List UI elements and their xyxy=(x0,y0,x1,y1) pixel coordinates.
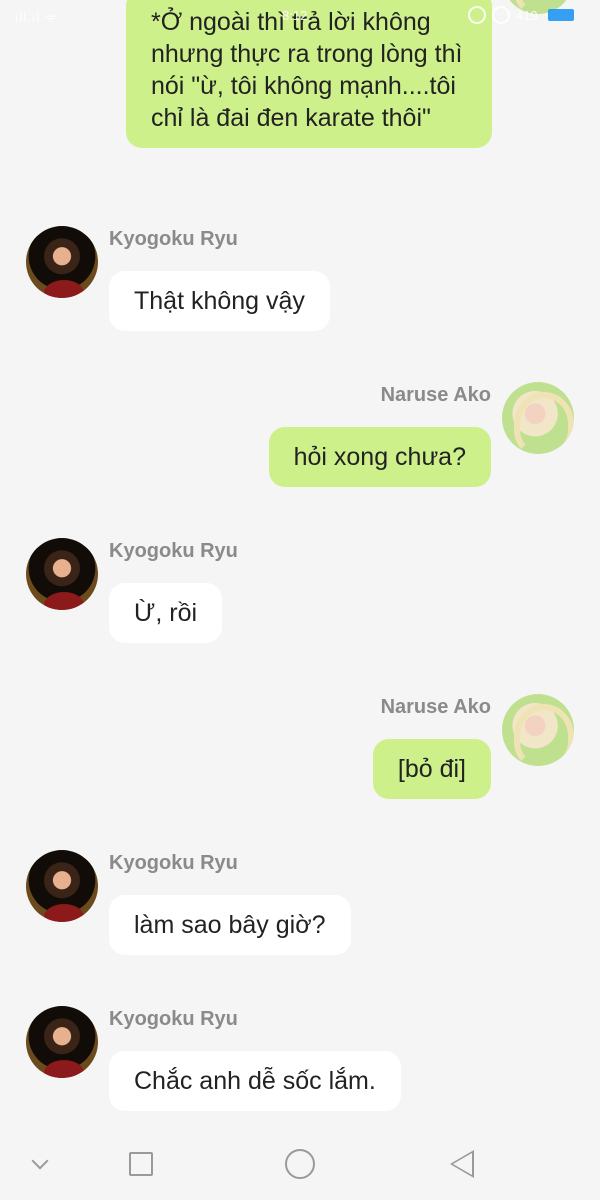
alarm-icon xyxy=(492,6,510,24)
back-button[interactable] xyxy=(442,1144,482,1184)
avatar-kyogoku-ryu[interactable] xyxy=(26,226,98,298)
message-bubble-outgoing[interactable]: hỏi xong chưa? xyxy=(268,427,491,487)
sender-name: Kyogoku Ryu xyxy=(109,1008,238,1030)
message-text: làm sao bây giờ? xyxy=(134,911,326,939)
clock: 8:12 xyxy=(282,8,308,23)
message-bubble-outgoing[interactable]: [bỏ đi] xyxy=(372,739,491,799)
avatar-kyogoku-ryu[interactable] xyxy=(26,538,98,610)
message-bubble-incoming[interactable]: Ừ, rồi xyxy=(109,583,223,643)
sender-name: Kyogoku Ryu xyxy=(109,228,238,250)
square-icon xyxy=(129,1152,153,1176)
home-button[interactable] xyxy=(280,1144,320,1184)
sender-name: Kyogoku Ryu xyxy=(109,852,238,874)
status-bar: .ıll.ıl ᯤ 8:12 419 xyxy=(0,0,600,34)
sender-name: Naruse Ako xyxy=(380,384,491,406)
chat-list[interactable]: *Ở ngoài thì trả lời không nhưng thực ra… xyxy=(0,0,600,1130)
triangle-back-icon xyxy=(450,1150,474,1178)
lock-rotation-icon xyxy=(468,6,486,24)
message-text: Chắc anh dễ sốc lắm. xyxy=(134,1067,376,1095)
avatar-naruse-ako[interactable] xyxy=(502,382,574,454)
message-text: hỏi xong chưa? xyxy=(293,443,466,471)
battery-percent: 419 xyxy=(516,7,538,23)
message-text: Thật không vậy xyxy=(134,287,305,315)
status-icons: 419 xyxy=(468,6,574,24)
navigation-bar xyxy=(0,1130,600,1200)
message-bubble-incoming[interactable]: Thật không vậy xyxy=(109,271,330,331)
signal-icon: .ıll.ıl ᯤ xyxy=(10,10,58,25)
message-bubble-incoming[interactable]: Chắc anh dễ sốc lắm. xyxy=(109,1051,401,1111)
sender-name: Kyogoku Ryu xyxy=(109,540,238,562)
message-text: Ừ, rồi xyxy=(134,599,198,627)
message-bubble-incoming[interactable]: làm sao bây giờ? xyxy=(109,895,351,955)
avatar-kyogoku-ryu[interactable] xyxy=(26,850,98,922)
sender-name: Naruse Ako xyxy=(380,696,491,718)
avatar-naruse-ako[interactable] xyxy=(502,694,574,766)
hide-nav-button[interactable] xyxy=(20,1144,60,1184)
avatar-kyogoku-ryu[interactable] xyxy=(26,1006,98,1078)
battery-icon xyxy=(547,9,574,21)
recents-button[interactable] xyxy=(121,1144,161,1184)
chevron-down-icon xyxy=(31,1152,49,1170)
circle-icon xyxy=(285,1149,315,1179)
message-text: [bỏ đi] xyxy=(397,755,466,783)
